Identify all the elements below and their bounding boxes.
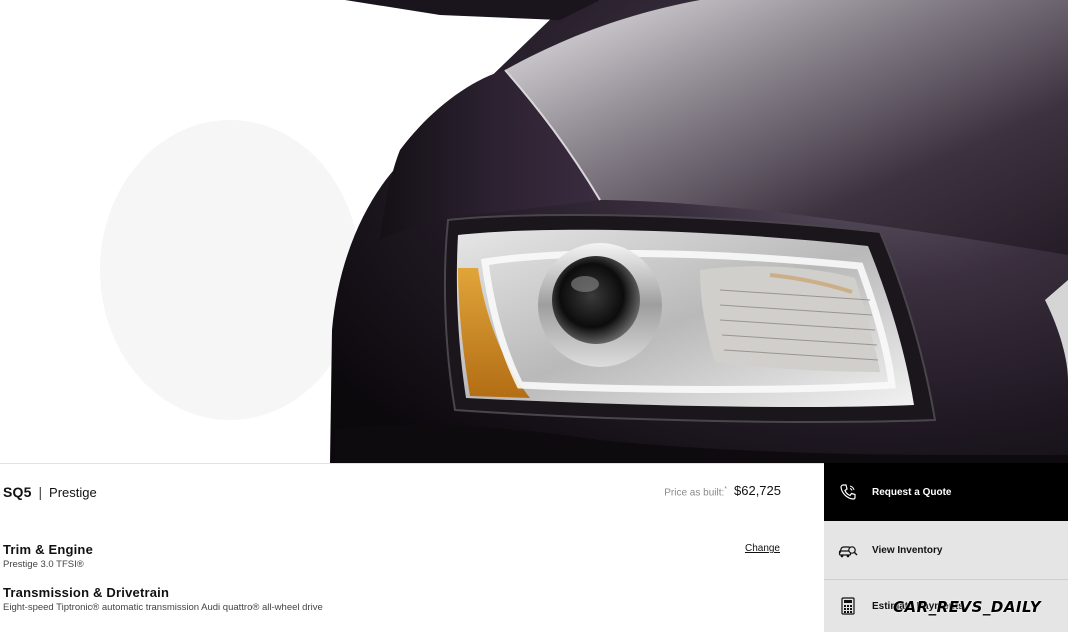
- model-name: SQ5: [3, 484, 32, 500]
- request-quote-button[interactable]: Request a Quote: [824, 463, 1068, 521]
- model-title: SQ5 | Prestige: [3, 484, 97, 500]
- car-search-icon: [824, 541, 872, 559]
- price-value: $62,725: [734, 483, 781, 498]
- watermark-text: CAR_REVS_DAILY: [893, 598, 1042, 616]
- title-separator: |: [38, 484, 43, 500]
- view-inventory-button[interactable]: View Inventory: [824, 521, 1068, 580]
- trim-engine-heading: Trim & Engine: [3, 542, 94, 557]
- request-quote-label: Request a Quote: [872, 486, 952, 498]
- transmission-value: Eight-speed Tiptronic® automatic transmi…: [3, 602, 323, 613]
- configuration-details: Trim & Engine Prestige 3.0 TFSI® Change …: [0, 522, 824, 632]
- headlight-illustration: [100, 0, 1068, 463]
- trim-engine-value: Prestige 3.0 TFSI®: [3, 559, 84, 570]
- model-trim: Prestige: [49, 485, 97, 500]
- phone-icon: [824, 483, 872, 501]
- build-summary-bar: SQ5 | Prestige Price as built:* $62,725: [0, 463, 824, 523]
- calculator-icon: [824, 597, 872, 615]
- change-trim-link[interactable]: Change: [745, 543, 780, 554]
- vehicle-hero-image: [0, 0, 1068, 463]
- transmission-heading: Transmission & Drivetrain: [3, 585, 170, 600]
- view-inventory-label: View Inventory: [872, 544, 943, 556]
- price-label: Price as built:*: [664, 486, 727, 499]
